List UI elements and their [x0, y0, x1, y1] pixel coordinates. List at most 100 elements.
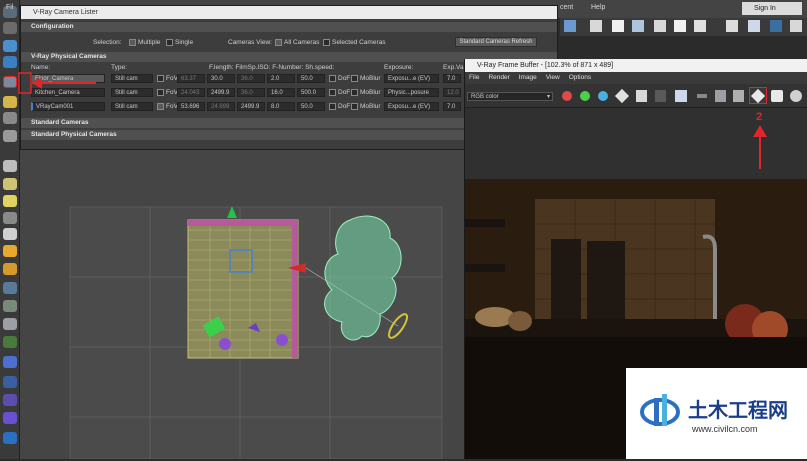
exposure-select[interactable]: Exposu...e (EV)	[384, 74, 439, 83]
motion-blur-checkbox[interactable]: MoBlur	[351, 89, 381, 96]
multiple-check-box[interactable]	[129, 39, 136, 46]
motion-blur-checkbox[interactable]: MoBlur	[351, 75, 381, 82]
film-speed-field[interactable]: 2499.9	[237, 102, 265, 111]
dome-light-icon[interactable]	[3, 178, 17, 190]
modifier-icon[interactable]	[3, 130, 17, 142]
toolbar-icon-1[interactable]	[564, 20, 576, 32]
fov-field[interactable]: 53.696	[177, 102, 205, 111]
dof-check-box[interactable]	[329, 103, 336, 110]
iso-field[interactable]: 16.0	[267, 88, 295, 97]
select-icon[interactable]	[3, 40, 17, 52]
iso-field[interactable]: 2.0	[267, 74, 295, 83]
material-palette-icon[interactable]	[748, 20, 760, 32]
camera-type-select[interactable]: Still cam	[111, 102, 153, 111]
f-number-field[interactable]: 50.0	[297, 74, 325, 83]
all-cameras-check-box[interactable]	[275, 39, 282, 46]
render-setup-icon[interactable]	[3, 412, 17, 424]
exposure-value-field[interactable]: 7.0	[443, 102, 461, 111]
exposure-select[interactable]: Exposu...e (EV)	[384, 102, 439, 111]
track-mouse-icon[interactable]	[675, 90, 687, 102]
fov-check-box[interactable]	[157, 89, 164, 96]
scene-explorer-icon[interactable]	[632, 20, 644, 32]
lister-title-bar[interactable]: V-Ray Camera Lister	[21, 6, 557, 19]
top-viewport[interactable]	[20, 150, 464, 460]
mesh-icon[interactable]	[3, 282, 17, 294]
fov-checkbox[interactable]: FoV	[157, 89, 178, 96]
grid-icon[interactable]	[694, 20, 706, 32]
selected-cameras-check-box[interactable]	[323, 39, 330, 46]
blue-channel-icon[interactable]	[598, 91, 608, 101]
vfb-menu-render[interactable]: Render	[488, 74, 509, 81]
teapot-icon[interactable]	[733, 90, 744, 102]
render-icon[interactable]	[3, 432, 17, 444]
camera-name-field[interactable]: VRayCam001	[31, 102, 105, 111]
configuration-section-header[interactable]: Configuration	[21, 22, 557, 32]
f-number-field[interactable]: 500.0	[297, 88, 325, 97]
f-number-field[interactable]: 50.0	[297, 102, 325, 111]
fur-icon[interactable]	[3, 212, 17, 224]
dof-check-box[interactable]	[329, 75, 336, 82]
vfb-menu-file[interactable]: File	[469, 74, 479, 81]
exposure-value-field[interactable]: 12.0	[443, 88, 461, 97]
render-teapot-icon[interactable]	[771, 90, 783, 102]
file-menu[interactable]: Fil	[6, 4, 13, 11]
single-check-box[interactable]	[166, 39, 173, 46]
camera-type-select[interactable]: Still cam	[111, 88, 153, 97]
motion-blur-check-box[interactable]	[351, 89, 358, 96]
teapot-icon[interactable]	[790, 20, 802, 32]
interactive-render-button[interactable]	[749, 87, 767, 104]
cone-icon[interactable]	[3, 228, 17, 240]
multiple-checkbox[interactable]: Multiple	[129, 39, 160, 46]
ent-menu[interactable]: cent	[560, 4, 573, 11]
undo-icon[interactable]	[3, 22, 17, 34]
plant-icon[interactable]	[3, 336, 17, 348]
vfb-menu-view[interactable]: View	[546, 74, 560, 81]
scene-icon[interactable]	[3, 318, 17, 330]
clear-image-icon[interactable]	[655, 90, 666, 102]
sun-icon[interactable]	[3, 195, 17, 207]
material-editor-icon[interactable]	[3, 376, 17, 388]
proxy-icon[interactable]	[3, 300, 17, 312]
vfb-menu-image[interactable]: Image	[519, 74, 537, 81]
sphere-icon[interactable]	[3, 160, 17, 172]
material-icon[interactable]	[3, 356, 17, 368]
dof-checkbox[interactable]: DoF	[329, 75, 350, 82]
focal-length-field[interactable]: 30.0	[207, 74, 235, 83]
green-channel-icon[interactable]	[580, 91, 590, 101]
help-menu[interactable]: Help	[591, 4, 605, 11]
list-icon[interactable]	[612, 20, 624, 32]
focal-length-field[interactable]: 24.699	[207, 102, 235, 111]
all-cameras-checkbox[interactable]: All Cameras	[275, 39, 319, 46]
helper-icon[interactable]	[3, 112, 17, 124]
single-checkbox[interactable]: Single	[166, 39, 193, 46]
fov-check-box[interactable]	[157, 75, 164, 82]
save-image-icon[interactable]	[636, 90, 647, 102]
camera-lister-icon[interactable]	[3, 76, 17, 88]
exposure-select[interactable]: Physic...posure	[384, 88, 439, 97]
selected-cameras-checkbox[interactable]: Selected Cameras	[323, 39, 385, 46]
stop-render-icon[interactable]	[790, 90, 802, 102]
red-channel-icon[interactable]	[562, 91, 572, 101]
render-frame-icon[interactable]	[770, 20, 782, 32]
film-speed-field[interactable]: 36.0	[237, 88, 265, 97]
ribbon-icon[interactable]	[674, 20, 686, 32]
vfb-title-bar[interactable]: V-Ray Frame Buffer - [102.3% of 871 x 48…	[465, 59, 807, 72]
standard-cameras-refresh-button[interactable]: Standard Cameras Refresh	[455, 37, 537, 47]
vray-asset-icon[interactable]	[3, 394, 17, 406]
region-render-icon[interactable]	[697, 94, 707, 98]
fov-field[interactable]: 24.043	[177, 88, 205, 97]
motion-blur-check-box[interactable]	[351, 103, 358, 110]
link-icon[interactable]	[715, 90, 726, 102]
camera-type-select[interactable]: Still cam	[111, 74, 153, 83]
exposure-value-field[interactable]: 7.0	[443, 74, 461, 83]
dof-checkbox[interactable]: DoF	[329, 103, 350, 110]
film-speed-field[interactable]: 36.0	[237, 74, 265, 83]
channel-select[interactable]: RGB color ▾	[467, 92, 553, 101]
fov-field[interactable]: 63.37	[177, 74, 205, 83]
sign-in-button[interactable]: Sign In	[742, 2, 802, 15]
motion-blur-checkbox[interactable]: MoBlur	[351, 103, 381, 110]
fov-checkbox[interactable]: FoV	[157, 103, 178, 110]
ies-light-icon[interactable]	[3, 263, 17, 275]
motion-blur-check-box[interactable]	[351, 75, 358, 82]
fov-checkbox[interactable]: FoV	[157, 75, 178, 82]
